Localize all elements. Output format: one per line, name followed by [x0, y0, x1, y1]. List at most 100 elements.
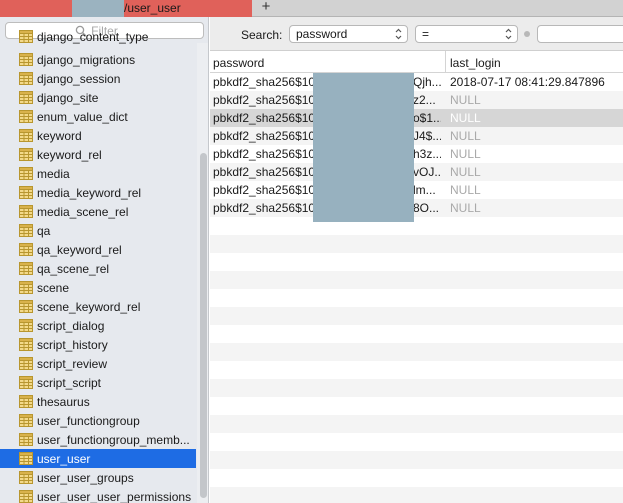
- table-row[interactable]: pbkdf2_sha256$10 h3z... NULL: [210, 145, 623, 163]
- column-header-password[interactable]: password: [213, 56, 264, 70]
- sidebar-scrollbar-thumb[interactable]: [200, 153, 207, 498]
- sidebar-item-script-review[interactable]: script_review: [0, 354, 196, 373]
- sidebar-scrollbar[interactable]: [197, 43, 208, 503]
- password-suffix: vOJ...: [413, 165, 441, 179]
- last-login-cell[interactable]: NULL: [450, 147, 481, 161]
- password-prefix: pbkdf2_sha256$10: [213, 93, 316, 107]
- sidebar-item-scene-keyword-rel[interactable]: scene_keyword_rel: [0, 297, 196, 316]
- sidebar-item-label: media: [37, 167, 70, 181]
- table-icon: [19, 91, 33, 104]
- sidebar-item-user-user[interactable]: user_user: [0, 449, 196, 468]
- data-grid: password last_login pbkdf2_sha256$10 Qjh.…: [210, 51, 623, 503]
- sidebar-item-label: user_user_groups: [37, 471, 134, 485]
- table-row[interactable]: pbkdf2_sha256$10 o$1... NULL: [210, 109, 623, 127]
- password-suffix: J4$...: [413, 129, 441, 143]
- table-row[interactable]: pbkdf2_sha256$10 z2... NULL: [210, 91, 623, 109]
- sidebar-item-user-user-groups[interactable]: user_user_groups: [0, 468, 196, 487]
- table-row[interactable]: pbkdf2_sha256$10 8O... NULL: [210, 199, 623, 217]
- sidebar-item-label: keyword_rel: [37, 148, 102, 162]
- table-row[interactable]: [210, 433, 623, 451]
- sidebar-item-media-scene-rel[interactable]: media_scene_rel: [0, 202, 196, 221]
- sidebar-item-keyword-rel[interactable]: keyword_rel: [0, 145, 196, 164]
- sidebar-item-script-history[interactable]: script_history: [0, 335, 196, 354]
- table-icon: [19, 53, 33, 66]
- password-suffix: o$1...: [413, 111, 441, 125]
- sidebar-item-label: media_scene_rel: [37, 205, 129, 219]
- sidebar-item-user-user-user-permissions[interactable]: user_user_user_permissions: [0, 487, 196, 503]
- sidebar-item-enum-value-dict[interactable]: enum_value_dict: [0, 107, 196, 126]
- table-row[interactable]: [210, 307, 623, 325]
- sidebar-item-media[interactable]: media: [0, 164, 196, 183]
- sidebar-item-qa-scene-rel[interactable]: qa_scene_rel: [0, 259, 196, 278]
- sidebar-item-django-site[interactable]: django_site: [0, 88, 196, 107]
- table-row[interactable]: [210, 325, 623, 343]
- password-suffix: z2...: [413, 93, 436, 107]
- last-login-cell[interactable]: NULL: [450, 111, 481, 125]
- sidebar-item-partial[interactable]: django_content_type: [0, 27, 196, 46]
- table-icon: [19, 490, 33, 503]
- password-suffix: lm...: [413, 183, 436, 197]
- table-row[interactable]: [210, 235, 623, 253]
- sidebar-item-keyword[interactable]: keyword: [0, 126, 196, 145]
- search-field-select[interactable]: password: [289, 25, 408, 43]
- last-login-cell[interactable]: NULL: [450, 129, 481, 143]
- column-divider[interactable]: [445, 51, 446, 73]
- table-row[interactable]: [210, 253, 623, 271]
- table-row[interactable]: [210, 469, 623, 487]
- search-value-input[interactable]: [537, 25, 623, 43]
- table-icon: [19, 186, 33, 199]
- table-row[interactable]: [210, 217, 623, 235]
- table-row[interactable]: pbkdf2_sha256$10 Qjh... 2018-07-17 08:41:2…: [210, 73, 623, 91]
- table-row[interactable]: [210, 361, 623, 379]
- password-prefix: pbkdf2_sha256$10: [213, 183, 316, 197]
- tab-title: /user_user: [124, 1, 181, 15]
- grid-header: password last_login: [210, 51, 623, 73]
- sidebar-item-user-functiongroup[interactable]: user_functiongroup: [0, 411, 196, 430]
- table-row[interactable]: [210, 289, 623, 307]
- table-icon: [19, 72, 33, 85]
- sidebar-item-label: media_keyword_rel: [37, 186, 142, 200]
- table-icon: [19, 262, 33, 275]
- sidebar-item-label: script_history: [37, 338, 108, 352]
- table-icon: [19, 452, 33, 465]
- sidebar-item-label: scene_keyword_rel: [37, 300, 141, 314]
- last-login-cell[interactable]: NULL: [450, 201, 481, 215]
- table-row[interactable]: [210, 397, 623, 415]
- sidebar-item-script-script[interactable]: script_script: [0, 373, 196, 392]
- search-label: Search:: [241, 28, 283, 42]
- sidebar-item-qa[interactable]: qa: [0, 221, 196, 240]
- table-row[interactable]: [210, 343, 623, 361]
- table-row[interactable]: pbkdf2_sha256$10 J4$... NULL: [210, 127, 623, 145]
- table-row[interactable]: [210, 487, 623, 503]
- table-row[interactable]: [210, 271, 623, 289]
- sidebar-item-django-session[interactable]: django_session: [0, 69, 196, 88]
- search-operator-select[interactable]: =: [415, 25, 518, 43]
- column-header-last-login[interactable]: last_login: [450, 56, 501, 70]
- table-row[interactable]: [210, 379, 623, 397]
- table-row[interactable]: pbkdf2_sha256$10 vOJ... NULL: [210, 163, 623, 181]
- sidebar-item-scene[interactable]: scene: [0, 278, 196, 297]
- last-login-cell[interactable]: NULL: [450, 165, 481, 179]
- clear-icon[interactable]: [524, 31, 530, 37]
- password-suffix: h3z...: [413, 147, 441, 161]
- sidebar-item-label: enum_value_dict: [37, 110, 128, 124]
- add-tab-button[interactable]: +: [257, 0, 275, 16]
- sidebar-item-label: django_content_type: [37, 30, 149, 44]
- last-login-cell[interactable]: 2018-07-17 08:41:29.847896: [450, 75, 605, 89]
- sidebar-item-user-functiongroup-memb[interactable]: user_functiongroup_memb...: [0, 430, 196, 449]
- sidebar-item-script-dialog[interactable]: script_dialog: [0, 316, 196, 335]
- table-row[interactable]: pbkdf2_sha256$10 lm... NULL: [210, 181, 623, 199]
- table-row[interactable]: [210, 451, 623, 469]
- sidebar-item-qa-keyword-rel[interactable]: qa_keyword_rel: [0, 240, 196, 259]
- sidebar-item-label: thesaurus: [37, 395, 90, 409]
- updown-chevron-icon: [395, 28, 402, 40]
- table-row[interactable]: [210, 415, 623, 433]
- sidebar-item-label: user_functiongroup_memb...: [37, 433, 190, 447]
- redacted-area: [72, 0, 124, 17]
- last-login-cell[interactable]: NULL: [450, 183, 481, 197]
- search-bar: Search: password =: [210, 17, 623, 51]
- last-login-cell[interactable]: NULL: [450, 93, 481, 107]
- sidebar-item-thesaurus[interactable]: thesaurus: [0, 392, 196, 411]
- sidebar-item-media-keyword-rel[interactable]: media_keyword_rel: [0, 183, 196, 202]
- sidebar-item-django-migrations[interactable]: django_migrations: [0, 50, 196, 69]
